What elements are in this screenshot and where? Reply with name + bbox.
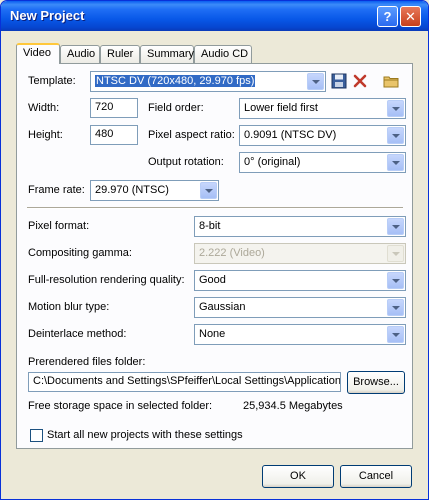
prerendered-folder-input[interactable]: C:\Documents and Settings\SPfeiffer\Loca… [28,372,341,392]
motion-blur-value: Gaussian [199,301,246,313]
output-rotation-select[interactable]: 0° (original) [239,152,406,173]
window-title: New Project [10,8,85,23]
width-label: Width: [28,102,60,114]
save-template-icon[interactable] [331,73,349,91]
prerendered-folder-label: Prerendered files folder: [28,356,146,368]
compositing-gamma-select: 2.222 (Video) [194,243,406,264]
template-label: Template: [28,75,76,87]
tab-audio-cd[interactable]: Audio CD [194,45,252,63]
rendering-quality-label: Full-resolution rendering quality: [28,274,185,286]
browse-button[interactable]: Browse... [347,371,405,394]
frame-rate-select[interactable]: 29.970 (NTSC) [90,180,219,201]
template-value: NTSC DV (720x480, 29.970 fps) [95,75,256,87]
close-button[interactable]: ✕ [400,6,421,27]
rendering-quality-select[interactable]: Good [194,270,406,291]
frame-rate-value: 29.970 (NTSC) [95,184,169,196]
tab-audio[interactable]: Audio [60,45,100,63]
delete-template-icon[interactable] [352,73,370,91]
field-order-label: Field order: [148,102,204,114]
field-order-select[interactable]: Lower field first [239,98,406,119]
pixel-aspect-select[interactable]: 0.9091 (NTSC DV) [239,125,406,146]
height-input[interactable]: 480 [90,125,138,145]
width-input[interactable]: 720 [90,98,138,118]
chevron-down-icon [387,100,404,117]
start-all-label[interactable]: Start all new projects with these settin… [47,429,243,441]
video-settings-panel: Template: NTSC DV (720x480, 29.970 fps) … [16,63,413,449]
output-rotation-label: Output rotation: [148,156,224,168]
separator [27,207,403,209]
chevron-down-icon [307,73,324,90]
free-space-value: 25,934.5 Megabytes [243,400,343,412]
pixel-aspect-label: Pixel aspect ratio: [148,129,235,141]
title-bar[interactable]: New Project ? ✕ [1,1,428,31]
chevron-down-icon [387,127,404,144]
template-select[interactable]: NTSC DV (720x480, 29.970 fps) [90,71,326,92]
motion-blur-label: Motion blur type: [28,301,110,313]
ok-button[interactable]: OK [262,465,334,488]
chevron-down-icon [387,218,404,235]
pixel-aspect-value: 0.9091 (NTSC DV) [244,129,337,141]
chevron-down-icon [387,272,404,289]
pixel-format-select[interactable]: 8-bit [194,216,406,237]
tab-ruler[interactable]: Ruler [100,45,140,63]
output-rotation-value: 0° (original) [244,156,301,168]
free-space-label: Free storage space in selected folder: [28,400,213,412]
chevron-down-icon [387,245,404,262]
tab-summary[interactable]: Summary [140,45,194,63]
motion-blur-select[interactable]: Gaussian [194,297,406,318]
pixel-format-label: Pixel format: [28,220,90,232]
compositing-gamma-value: 2.222 (Video) [199,247,265,259]
frame-rate-label: Frame rate: [28,184,85,196]
pixel-format-value: 8-bit [199,220,221,232]
height-label: Height: [28,129,63,141]
chevron-down-icon [200,182,217,199]
open-folder-icon[interactable] [383,73,401,91]
cancel-button[interactable]: Cancel [340,465,412,488]
tab-video[interactable]: Video [16,43,60,64]
dialog-body: Video Audio Ruler Summary Audio CD Templ… [4,31,425,498]
deinterlace-label: Deinterlace method: [28,328,127,340]
chevron-down-icon [387,154,404,171]
field-order-value: Lower field first [244,102,318,114]
help-button[interactable]: ? [377,6,398,27]
start-all-checkbox[interactable] [30,429,43,442]
deinterlace-select[interactable]: None [194,324,406,345]
chevron-down-icon [387,326,404,343]
deinterlace-value: None [199,328,226,340]
compositing-gamma-label: Compositing gamma: [28,247,132,259]
rendering-quality-value: Good [199,274,226,286]
new-project-dialog: New Project ? ✕ Video Audio Ruler Summar… [0,0,429,500]
chevron-down-icon [387,299,404,316]
